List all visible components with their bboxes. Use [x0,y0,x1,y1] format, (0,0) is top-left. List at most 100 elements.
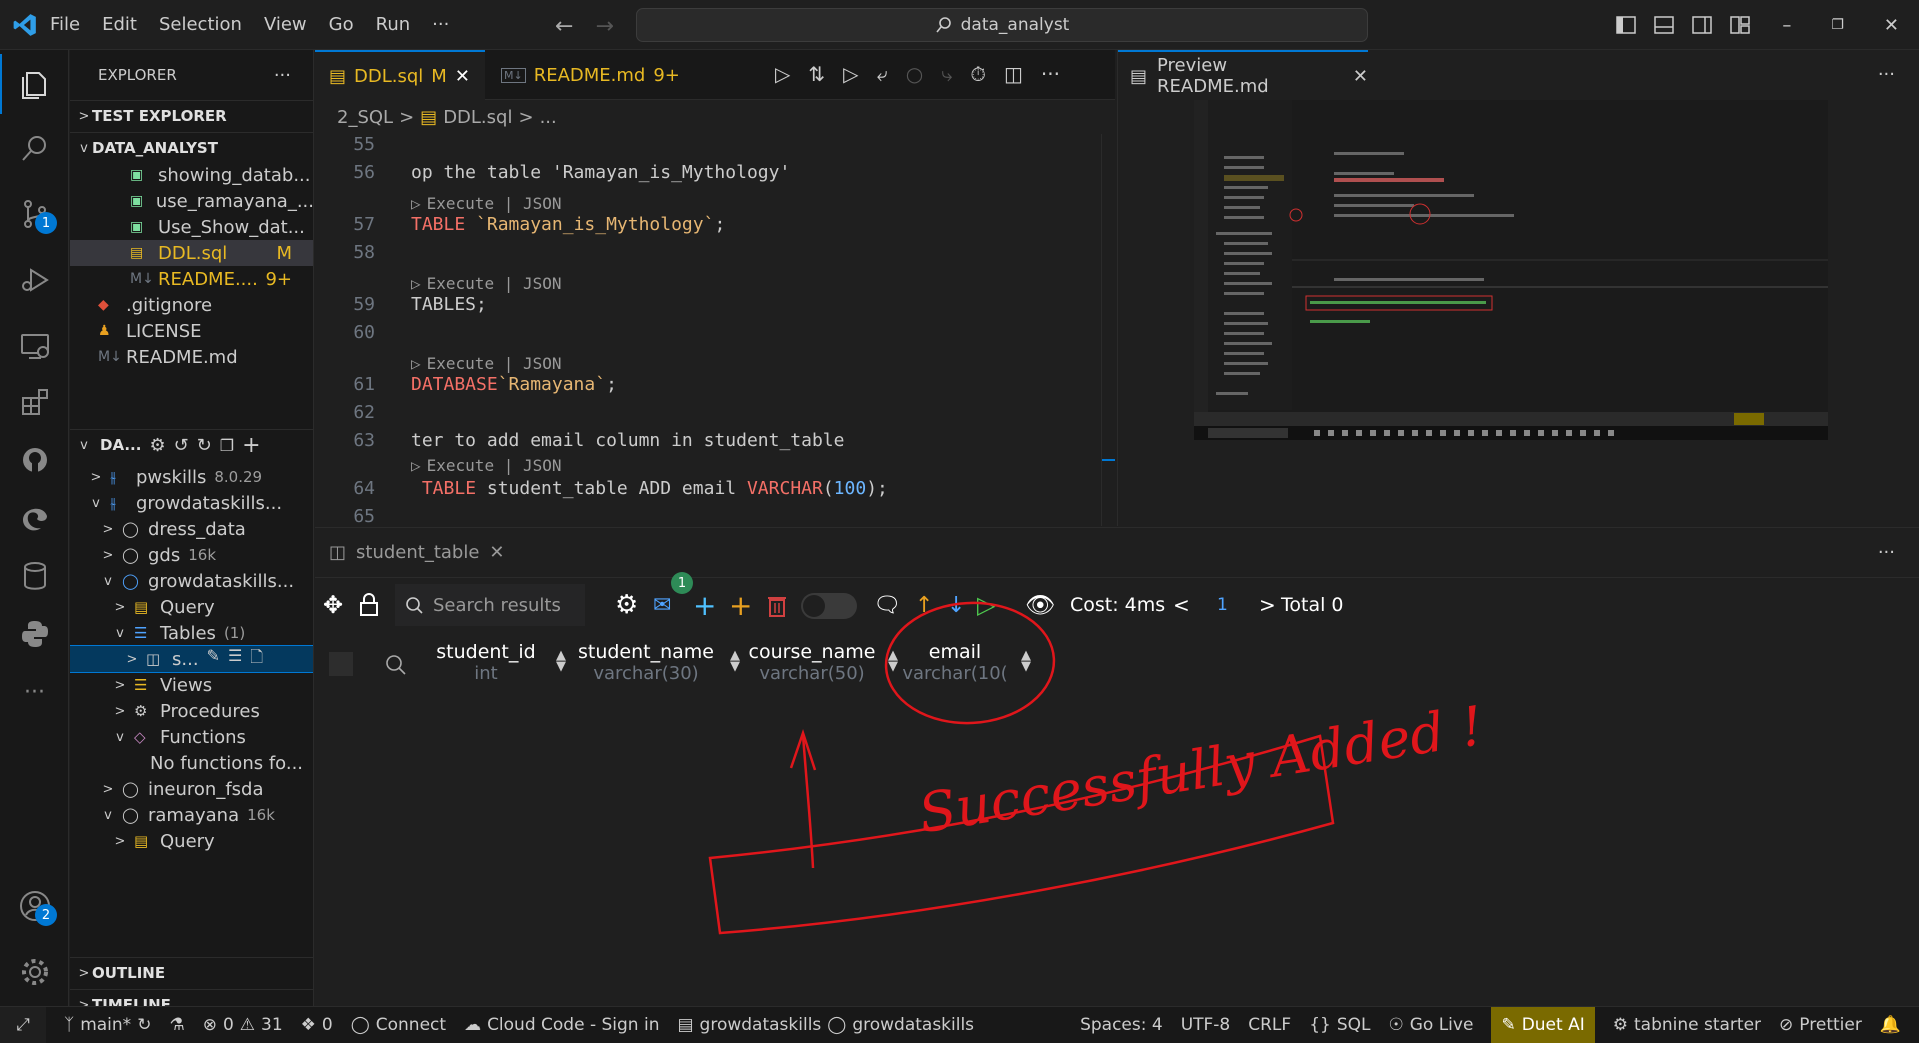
codelens-execute[interactable]: ▷ Execute | JSON [411,456,562,475]
codelens-execute[interactable]: ▷ Execute | JSON [411,274,562,293]
close-window-icon[interactable]: ✕ [1884,15,1899,36]
db-tree-item[interactable]: v ◇ Functions [70,724,313,750]
add-connection-icon[interactable]: + [242,433,260,458]
refresh-icon[interactable]: ↻ [197,435,212,456]
database-activity[interactable] [0,546,69,606]
tabnine-item[interactable]: ⚙ tabnine starter [1613,1015,1761,1035]
split-editor-icon[interactable]: ◫ [1004,62,1023,86]
list-icon[interactable]: ☰ [228,646,242,672]
notifications-item[interactable]: 🔔 [1880,1015,1901,1035]
db-tree-item[interactable]: > ⚙ Procedures [70,698,313,724]
publish-indicator[interactable]: ⚗ [169,1015,184,1035]
db-settings-icon[interactable]: ⚙ [149,435,165,456]
accounts-activity[interactable]: 2 [0,876,69,936]
remote-indicator[interactable]: ⤢ [0,1006,46,1043]
duet-ai-item[interactable]: ✎ Duet AI [1491,1006,1595,1043]
codelens-execute[interactable]: ▷ Execute | JSON [411,354,562,373]
breadcrumb-file[interactable]: DDL.sql [443,107,512,128]
ports-indicator[interactable]: ❖ 0 [301,1015,333,1035]
preview-more-icon[interactable]: ··· [1878,64,1895,85]
db-tree-item[interactable]: v ◯ ramayana 16k [70,802,313,828]
close-icon[interactable]: ✕ [1353,66,1368,87]
db-tree-item[interactable]: v ◯ growdataskills... [70,568,313,594]
file-item[interactable]: ◆ .gitignore [70,292,313,318]
db-tree-item[interactable]: > ◯ dress_data [70,516,313,542]
explorer-activity[interactable] [0,54,69,114]
run-icon[interactable]: ▷ [775,62,790,86]
github-activity[interactable] [0,430,69,490]
outline-section[interactable]: > OUTLINE [70,957,313,988]
minimize-icon[interactable]: – [1782,15,1791,36]
history-icon[interactable]: ↺ [174,435,189,456]
edit-icon[interactable]: ✎ [207,646,220,672]
test-explorer-section[interactable]: > TEST EXPLORER [70,100,313,131]
git-branch[interactable]: ᛉ main* ↻ [64,1015,151,1035]
connect-item[interactable]: ◯ Connect [351,1015,446,1035]
timeline-icon[interactable]: ⏱ [970,62,986,86]
breadcrumb-symbol[interactable]: ... [540,107,557,128]
encoding-item[interactable]: UTF-8 [1181,1015,1231,1035]
go-forward-icon[interactable]: ⤷ [941,62,952,86]
db-tree-item[interactable]: No functions fo... [70,750,313,776]
editor-more-icon[interactable]: ··· [1041,62,1060,86]
collapse-icon[interactable]: ❐ [220,436,234,455]
preview-tab[interactable]: ▤ Preview README.md ✕ [1118,50,1368,100]
db-tree-item[interactable]: v ☰ Tables (1) [70,620,313,646]
menu-run[interactable]: Run [376,14,411,35]
menu-view[interactable]: View [264,14,307,35]
maximize-icon[interactable]: ❐ [1831,17,1844,33]
db-tree-item[interactable]: > ◫ s... ✎ ☰ 🗋 [70,645,313,673]
menu-selection[interactable]: Selection [159,14,242,35]
file-item[interactable]: ▣ use_ramayana_... [70,188,313,214]
timeline-section[interactable]: > TIMELINE [70,989,313,1006]
settings-activity[interactable] [0,942,69,1002]
toggle-sidebar-icon[interactable] [1616,16,1637,34]
menu-more[interactable]: ··· [432,14,449,35]
folder-section[interactable]: v DATA_ANALYST [70,132,313,163]
file-item[interactable]: ♟ LICENSE [70,318,313,344]
run-query-icon[interactable]: ▷ [843,62,858,86]
prettier-item[interactable]: ⊘ Prettier [1779,1015,1862,1035]
codelens-execute[interactable]: ▷ Execute | JSON [411,194,562,213]
menu-go[interactable]: Go [329,14,354,35]
compare-icon[interactable]: ⇅ [808,62,825,86]
toggle-secondary-sidebar-icon[interactable] [1692,16,1713,34]
more-activity[interactable]: ··· [0,662,69,722]
db-connection-item[interactable]: ▤ growdataskills ◯ growdataskills [677,1015,974,1035]
cloud-code-item[interactable]: ☁ Cloud Code - Sign in [464,1015,659,1035]
extensions-activity[interactable] [0,372,69,432]
back-arrow-icon[interactable]: ← [555,14,573,39]
source-control-activity[interactable]: 1 [0,184,69,244]
db-tree-item[interactable]: > ▤ Query [70,828,313,854]
document-icon[interactable]: 🗋 [250,646,263,672]
eol-item[interactable]: CRLF [1248,1015,1291,1035]
sync-icon[interactable]: ↻ [137,1015,151,1035]
db-tree-item[interactable]: > ☰ Views [70,672,313,698]
edge-activity[interactable] [0,488,69,548]
menu-file[interactable]: File [50,14,80,35]
explorer-more-icon[interactable]: ··· [274,65,291,86]
database-section[interactable]: v DA... ⚙ ↺ ↻ ❐ + [70,429,313,460]
breadcrumb-folder[interactable]: 2_SQL [337,107,393,128]
db-tree-item[interactable]: > ⫳ pwskills 8.0.29 [70,464,313,490]
run-debug-activity[interactable] [0,250,69,310]
file-item[interactable]: M↓ README.md [70,344,313,370]
file-item[interactable]: ▣ Use_Show_dat... [70,214,313,240]
python-activity[interactable] [0,604,69,664]
customize-layout-icon[interactable] [1730,16,1751,34]
code-editor[interactable]: 55 56 op the table 'Ramayan_is_Mythology' ▷… [315,134,1115,526]
db-tree-item[interactable]: v ⫳ growdataskills... [70,490,313,516]
db-tree-item[interactable]: > ◯ ineuron_fsda [70,776,313,802]
search-activity[interactable] [0,118,69,178]
tab-readme[interactable]: M↓ README.md 9+ [487,50,697,100]
problems-indicator[interactable]: ⊗ 0 ⚠ 31 [203,1015,283,1035]
db-tree-item[interactable]: > ◯ gds 16k [70,542,313,568]
tab-ddl-sql[interactable]: ▤ DDL.sql M ✕ [315,50,485,100]
remote-explorer-activity[interactable] [0,316,69,376]
db-tree-item[interactable]: > ▤ Query [70,594,313,620]
go-live-item[interactable]: ☉ Go Live [1388,1015,1473,1035]
go-back-icon[interactable]: ⤶ [877,62,888,86]
command-search[interactable]: data_analyst [636,8,1368,42]
file-item[interactable]: M↓ README.... 9+ [70,266,313,292]
toggle-panel-icon[interactable] [1654,16,1675,34]
